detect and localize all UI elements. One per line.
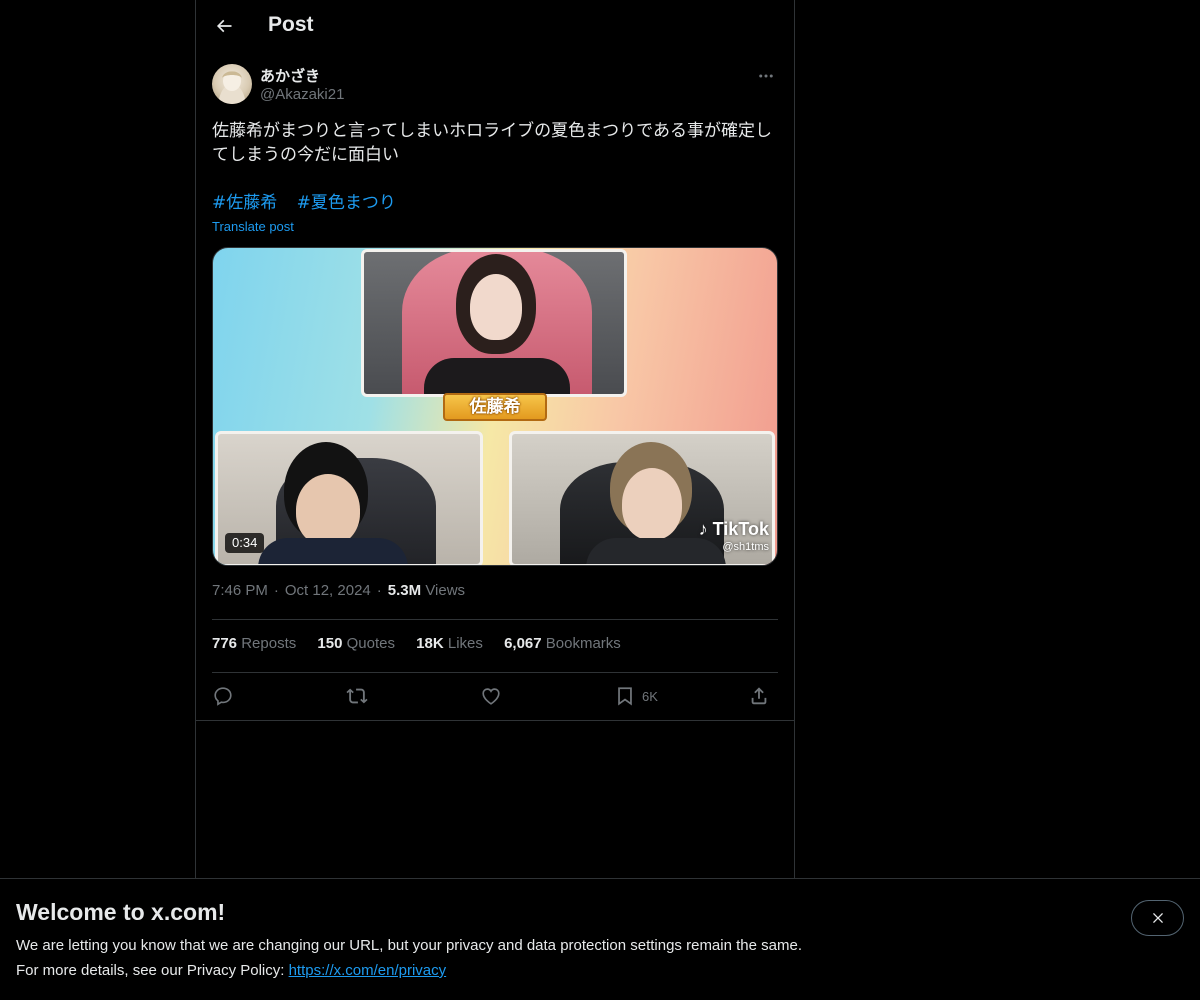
more-options-button[interactable] — [754, 64, 778, 88]
person-body — [424, 358, 570, 394]
avatar-illustration — [218, 71, 246, 104]
reposts-stat[interactable]: 776 Reposts — [212, 635, 296, 652]
divider — [212, 619, 778, 620]
views-count: 5.3M — [387, 582, 422, 599]
share-button[interactable] — [748, 684, 770, 708]
banner-details: For more details, see our Privacy Policy… — [16, 962, 446, 979]
stat-label: Reposts — [241, 635, 297, 652]
music-note-icon: ♪ — [698, 519, 708, 539]
tiktok-logo: ♪ TikTok — [699, 518, 769, 540]
banner-message: We are letting you know that we are chan… — [16, 937, 802, 954]
hashtag-link[interactable]: #夏色まつり — [297, 193, 396, 213]
separator-dot: · — [273, 582, 279, 599]
quotes-stat[interactable]: 150 Quotes — [317, 635, 395, 652]
divider — [196, 720, 794, 721]
person-face — [296, 474, 360, 546]
divider — [212, 672, 778, 673]
author-handle[interactable]: @Akazaki21 — [260, 86, 344, 103]
post-actions: 6K — [212, 680, 778, 712]
hashtag-list: #佐藤希 #夏色まつり — [212, 191, 410, 215]
bookmark-count: 6K — [642, 688, 658, 704]
bookmarks-stat[interactable]: 6,067 Bookmarks — [504, 635, 621, 652]
video-duration: 0:34 — [225, 533, 265, 553]
banner-details-text: For more details, see our Privacy Policy… — [16, 962, 289, 979]
stat-count: 150 — [317, 635, 343, 652]
video-player[interactable]: 佐藤希 0:34 ♪ TikTok @sh1tms — [212, 247, 778, 566]
post-header: Post — [196, 0, 794, 53]
views-label: Views — [425, 582, 466, 599]
bookmark-icon — [618, 687, 632, 706]
post-stats: 776 Reposts 150 Quotes 18K Likes 6,067 B… — [212, 635, 638, 652]
heart-icon — [482, 688, 500, 705]
tiktok-handle: @sh1tms — [722, 541, 769, 553]
post-time[interactable]: 7:46 PM — [212, 582, 268, 599]
name-plate: 佐藤希 — [443, 393, 547, 421]
post-author: あかざき @Akazaki21 — [212, 64, 778, 108]
author-display-name[interactable]: あかざき — [260, 65, 320, 86]
close-icon — [1152, 913, 1163, 923]
translate-post-link[interactable]: Translate post — [212, 219, 294, 234]
reply-icon — [214, 687, 232, 706]
avatar[interactable] — [212, 64, 252, 104]
stat-label: Bookmarks — [545, 635, 621, 652]
bookmark-button[interactable]: 6K — [614, 684, 658, 708]
url-change-banner: Welcome to x.com! We are letting you kno… — [0, 878, 1200, 1000]
person-body — [258, 538, 408, 564]
tiktok-brand: TikTok — [712, 519, 769, 539]
stat-count: 18K — [416, 635, 444, 652]
video-frame-top — [361, 249, 627, 397]
stat-count: 776 — [212, 635, 238, 652]
post-meta: 7:46 PM · Oct 12, 2024 · 5.3M Views — [212, 582, 465, 599]
arrow-left-icon — [216, 19, 232, 33]
repost-icon — [346, 688, 368, 704]
reply-button[interactable] — [212, 684, 234, 708]
tiktok-watermark: ♪ TikTok @sh1tms — [699, 518, 769, 554]
post-date[interactable]: Oct 12, 2024 — [285, 582, 371, 599]
banner-title: Welcome to x.com! — [16, 899, 226, 925]
stat-count: 6,067 — [504, 635, 542, 652]
stat-label: Quotes — [346, 635, 395, 652]
separator-dot: · — [376, 582, 382, 599]
person-face — [470, 274, 522, 340]
hashtag-link[interactable]: #佐藤希 — [212, 193, 277, 213]
share-icon — [751, 687, 767, 705]
primary-column: Post あかざき @Akazaki21 佐藤希がまつりと言ってしまいホロライブ… — [195, 0, 795, 880]
back-button[interactable] — [206, 8, 242, 44]
like-button[interactable] — [480, 684, 502, 708]
likes-stat[interactable]: 18K Likes — [416, 635, 483, 652]
stat-label: Likes — [447, 635, 483, 652]
post-text: 佐藤希がまつりと言ってしまいホロライブの夏色まつりである事が確定してしまうの今だ… — [212, 121, 772, 165]
person-face — [622, 468, 682, 540]
repost-button[interactable] — [346, 684, 368, 708]
page-title: Post — [268, 13, 314, 36]
privacy-policy-link[interactable]: https://x.com/en/privacy — [289, 962, 447, 979]
close-banner-button[interactable] — [1131, 900, 1184, 936]
more-horizontal-icon — [759, 74, 773, 78]
